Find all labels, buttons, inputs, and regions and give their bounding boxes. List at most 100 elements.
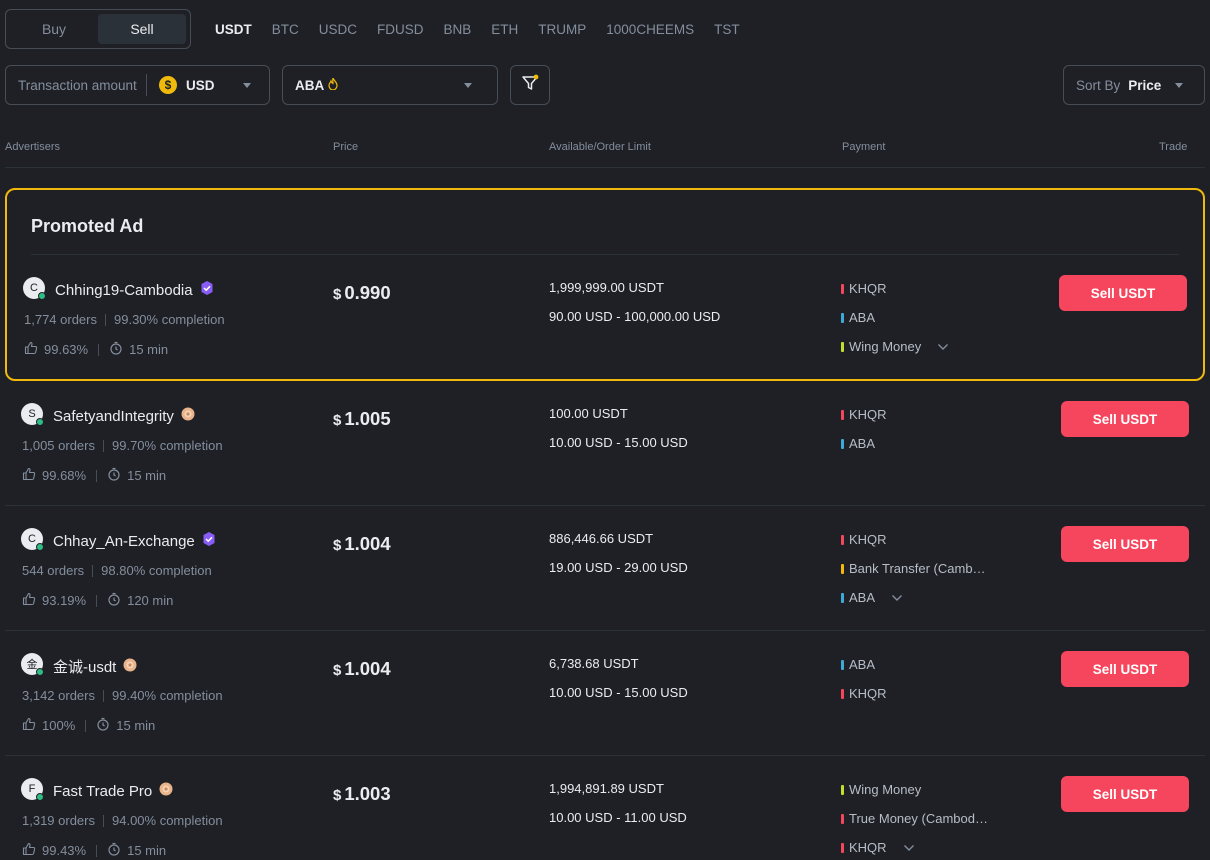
sell-usdt-button[interactable]: Sell USDT xyxy=(1061,651,1189,687)
online-status-dot xyxy=(36,793,44,801)
buy-tab[interactable]: Buy xyxy=(10,14,98,44)
order-count: 1,005 orders xyxy=(22,438,95,453)
payment-color-bar xyxy=(841,784,844,795)
promoted-ad-title: Promoted Ad xyxy=(31,216,144,236)
order-stats: 3,142 orders 99.40% completion xyxy=(22,688,223,703)
positive-rating: 93.19% xyxy=(42,593,87,608)
header-price: Price xyxy=(333,141,359,153)
price: $1.004 xyxy=(333,658,391,680)
chevron-down-icon[interactable] xyxy=(903,840,915,855)
transaction-amount-input[interactable] xyxy=(6,77,146,93)
payment-method: Wing Money xyxy=(841,782,921,797)
asset-tab-eth[interactable]: ETH xyxy=(491,22,518,37)
chevron-down-icon xyxy=(1175,82,1184,88)
timer-icon xyxy=(107,467,121,484)
avatar[interactable]: C xyxy=(23,277,46,300)
price-value: 1.003 xyxy=(344,783,391,804)
payment-method: KHQR xyxy=(841,840,915,855)
price-value: 1.004 xyxy=(344,658,391,679)
avatar[interactable]: S xyxy=(21,403,44,426)
sell-tab[interactable]: Sell xyxy=(98,14,186,44)
asset-tab-1000cheems[interactable]: 1000CHEEMS xyxy=(606,22,694,37)
fire-icon xyxy=(328,75,338,93)
completion-rate: 99.70% completion xyxy=(112,438,223,453)
advertiser-name[interactable]: Fast Trade Pro xyxy=(53,783,152,800)
divider xyxy=(96,594,98,607)
available-amount: 886,446.66 USDT xyxy=(549,531,654,546)
avatar-initial: S xyxy=(28,408,36,420)
order-stats: 1,319 orders 94.00% completion xyxy=(22,813,223,828)
advertiser-name[interactable]: Chhing19-Cambodia xyxy=(55,282,193,299)
thumbs-up-icon xyxy=(22,592,36,609)
asset-tab-usdc[interactable]: USDC xyxy=(319,22,357,37)
chevron-down-icon[interactable] xyxy=(937,339,949,354)
advertiser-name[interactable]: 金诚-usdt xyxy=(53,656,116,677)
price: $1.004 xyxy=(333,533,391,555)
order-count: 1,774 orders xyxy=(24,312,97,327)
filter-button[interactable] xyxy=(510,65,550,105)
rating-stats: 99.43% 15 min xyxy=(22,842,166,859)
verified-badge-icon xyxy=(199,280,215,300)
payment-method: KHQR xyxy=(841,281,887,296)
thumbs-up-icon xyxy=(22,467,36,484)
header-available: Available/Order Limit xyxy=(549,141,651,153)
payment-method: KHQR xyxy=(841,407,887,422)
completion-rate: 94.00% completion xyxy=(112,813,223,828)
payment-method: True Money (Cambod… xyxy=(841,811,988,826)
payment-method: ABA xyxy=(841,657,875,672)
asset-tab-tst[interactable]: TST xyxy=(714,22,740,37)
order-stats: 1,774 orders 99.30% completion xyxy=(24,312,225,327)
payment-method-label: ABA xyxy=(295,77,325,93)
payment-method-select[interactable]: ABA xyxy=(282,65,498,105)
payment-method: KHQR xyxy=(841,532,887,547)
asset-tab-trump[interactable]: TRUMP xyxy=(538,22,586,37)
payment-color-bar xyxy=(841,688,844,699)
payment-color-bar xyxy=(841,438,844,449)
asset-tab-fdusd[interactable]: FDUSD xyxy=(377,22,424,37)
price: $1.005 xyxy=(333,408,391,430)
payment-method-name: KHQR xyxy=(849,407,887,422)
merchant-badge-icon xyxy=(122,657,138,677)
divider xyxy=(85,719,87,732)
sell-usdt-button[interactable]: Sell USDT xyxy=(1061,401,1189,437)
advertiser-name[interactable]: SafetyandIntegrity xyxy=(53,408,174,425)
advertiser-name[interactable]: Chhay_An-Exchange xyxy=(53,533,195,550)
payment-color-bar xyxy=(841,563,844,574)
avg-release-time: 15 min xyxy=(129,342,169,357)
payment-method-name: True Money (Cambod… xyxy=(849,811,988,826)
sell-usdt-button[interactable]: Sell USDT xyxy=(1061,526,1189,562)
advertiser-name-row: 金诚-usdt xyxy=(53,656,138,677)
divider xyxy=(146,74,147,96)
sort-select[interactable]: Sort By Price xyxy=(1063,65,1205,105)
thumbs-up-icon xyxy=(22,842,36,859)
positive-rating: 99.63% xyxy=(44,342,89,357)
order-limit: 10.00 USD - 15.00 USD xyxy=(549,685,688,700)
sort-label: Sort By xyxy=(1076,77,1121,93)
chevron-down-icon[interactable] xyxy=(242,82,251,88)
verified-badge-icon xyxy=(201,531,217,551)
asset-tab-btc[interactable]: BTC xyxy=(272,22,299,37)
rating-stats: 99.68% 15 min xyxy=(22,467,166,484)
order-limit: 90.00 USD - 100,000.00 USD xyxy=(549,309,721,324)
avatar[interactable]: F xyxy=(21,778,44,801)
sort-value: Price xyxy=(1128,77,1162,93)
avg-release-time: 15 min xyxy=(127,843,167,858)
timer-icon xyxy=(109,341,123,358)
order-count: 1,319 orders xyxy=(22,813,95,828)
row-divider xyxy=(5,630,1205,631)
asset-tab-bnb[interactable]: BNB xyxy=(444,22,472,37)
order-count: 544 orders xyxy=(22,563,85,578)
rating-stats: 99.63% 15 min xyxy=(24,341,168,358)
currency-select[interactable]: USD xyxy=(186,78,215,93)
sell-usdt-button[interactable]: Sell USDT xyxy=(1059,275,1187,311)
avatar[interactable]: 金 xyxy=(21,653,44,676)
available-amount: 1,999,999.00 USDT xyxy=(549,280,664,295)
avatar[interactable]: C xyxy=(21,528,44,551)
asset-tab-usdt[interactable]: USDT xyxy=(215,22,252,37)
usd-coin-icon: $ xyxy=(159,76,177,94)
payment-method-name: KHQR xyxy=(849,532,887,547)
sell-usdt-button[interactable]: Sell USDT xyxy=(1061,776,1189,812)
positive-rating: 99.43% xyxy=(42,843,87,858)
avatar-initial: C xyxy=(28,533,36,545)
chevron-down-icon[interactable] xyxy=(891,590,903,605)
